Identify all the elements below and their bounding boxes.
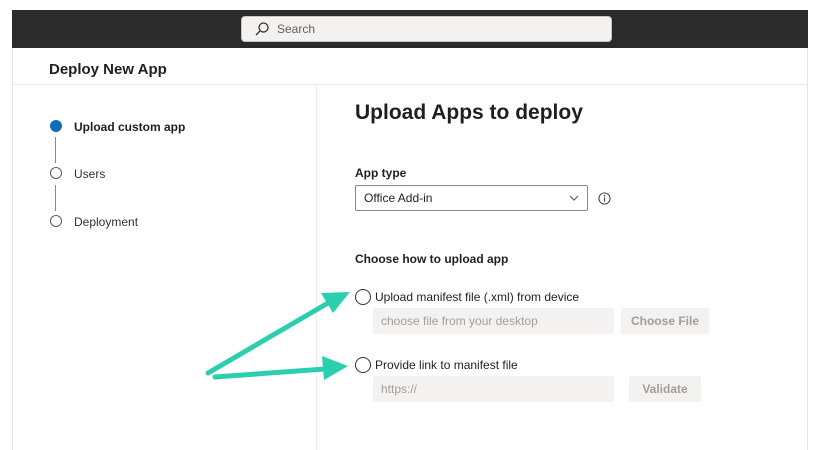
page-title: Deploy New App: [49, 61, 167, 78]
manifest-url-placeholder: https://: [381, 382, 418, 396]
main-heading: Upload Apps to deploy: [355, 101, 583, 124]
app-type-label: App type: [355, 166, 407, 180]
choose-file-button[interactable]: Choose File: [621, 308, 709, 334]
file-path-field[interactable]: choose file from your desktop: [373, 308, 614, 334]
search-placeholder: Search: [277, 22, 316, 36]
step-active-icon: [50, 120, 62, 132]
step-label: Deployment: [74, 215, 139, 229]
step-label: Upload custom app: [74, 120, 186, 134]
app-type-dropdown[interactable]: Office Add-in: [355, 185, 588, 211]
search-box[interactable]: Search: [241, 16, 612, 42]
upload-file-label: Upload manifest file (.xml) from device: [375, 290, 580, 304]
panel-divider: [316, 85, 317, 450]
step-connector: [55, 137, 56, 163]
manifest-link-radio[interactable]: [355, 357, 371, 373]
manifest-link-label: Provide link to manifest file: [375, 358, 518, 372]
step-inactive-icon: [50, 167, 62, 179]
app-type-value: Office Add-in: [364, 191, 433, 205]
search-icon: [255, 22, 269, 36]
info-icon[interactable]: [598, 192, 611, 205]
chevron-down-icon: [569, 195, 579, 201]
manifest-url-field[interactable]: https://: [373, 376, 614, 402]
validate-button[interactable]: Validate: [629, 376, 701, 402]
step-label: Users: [74, 167, 106, 181]
choose-upload-heading: Choose how to upload app: [355, 252, 509, 266]
step-connector: [55, 185, 56, 211]
step-inactive-icon: [50, 215, 62, 227]
file-path-placeholder: choose file from your desktop: [381, 314, 538, 328]
upload-file-radio[interactable]: [355, 289, 371, 305]
